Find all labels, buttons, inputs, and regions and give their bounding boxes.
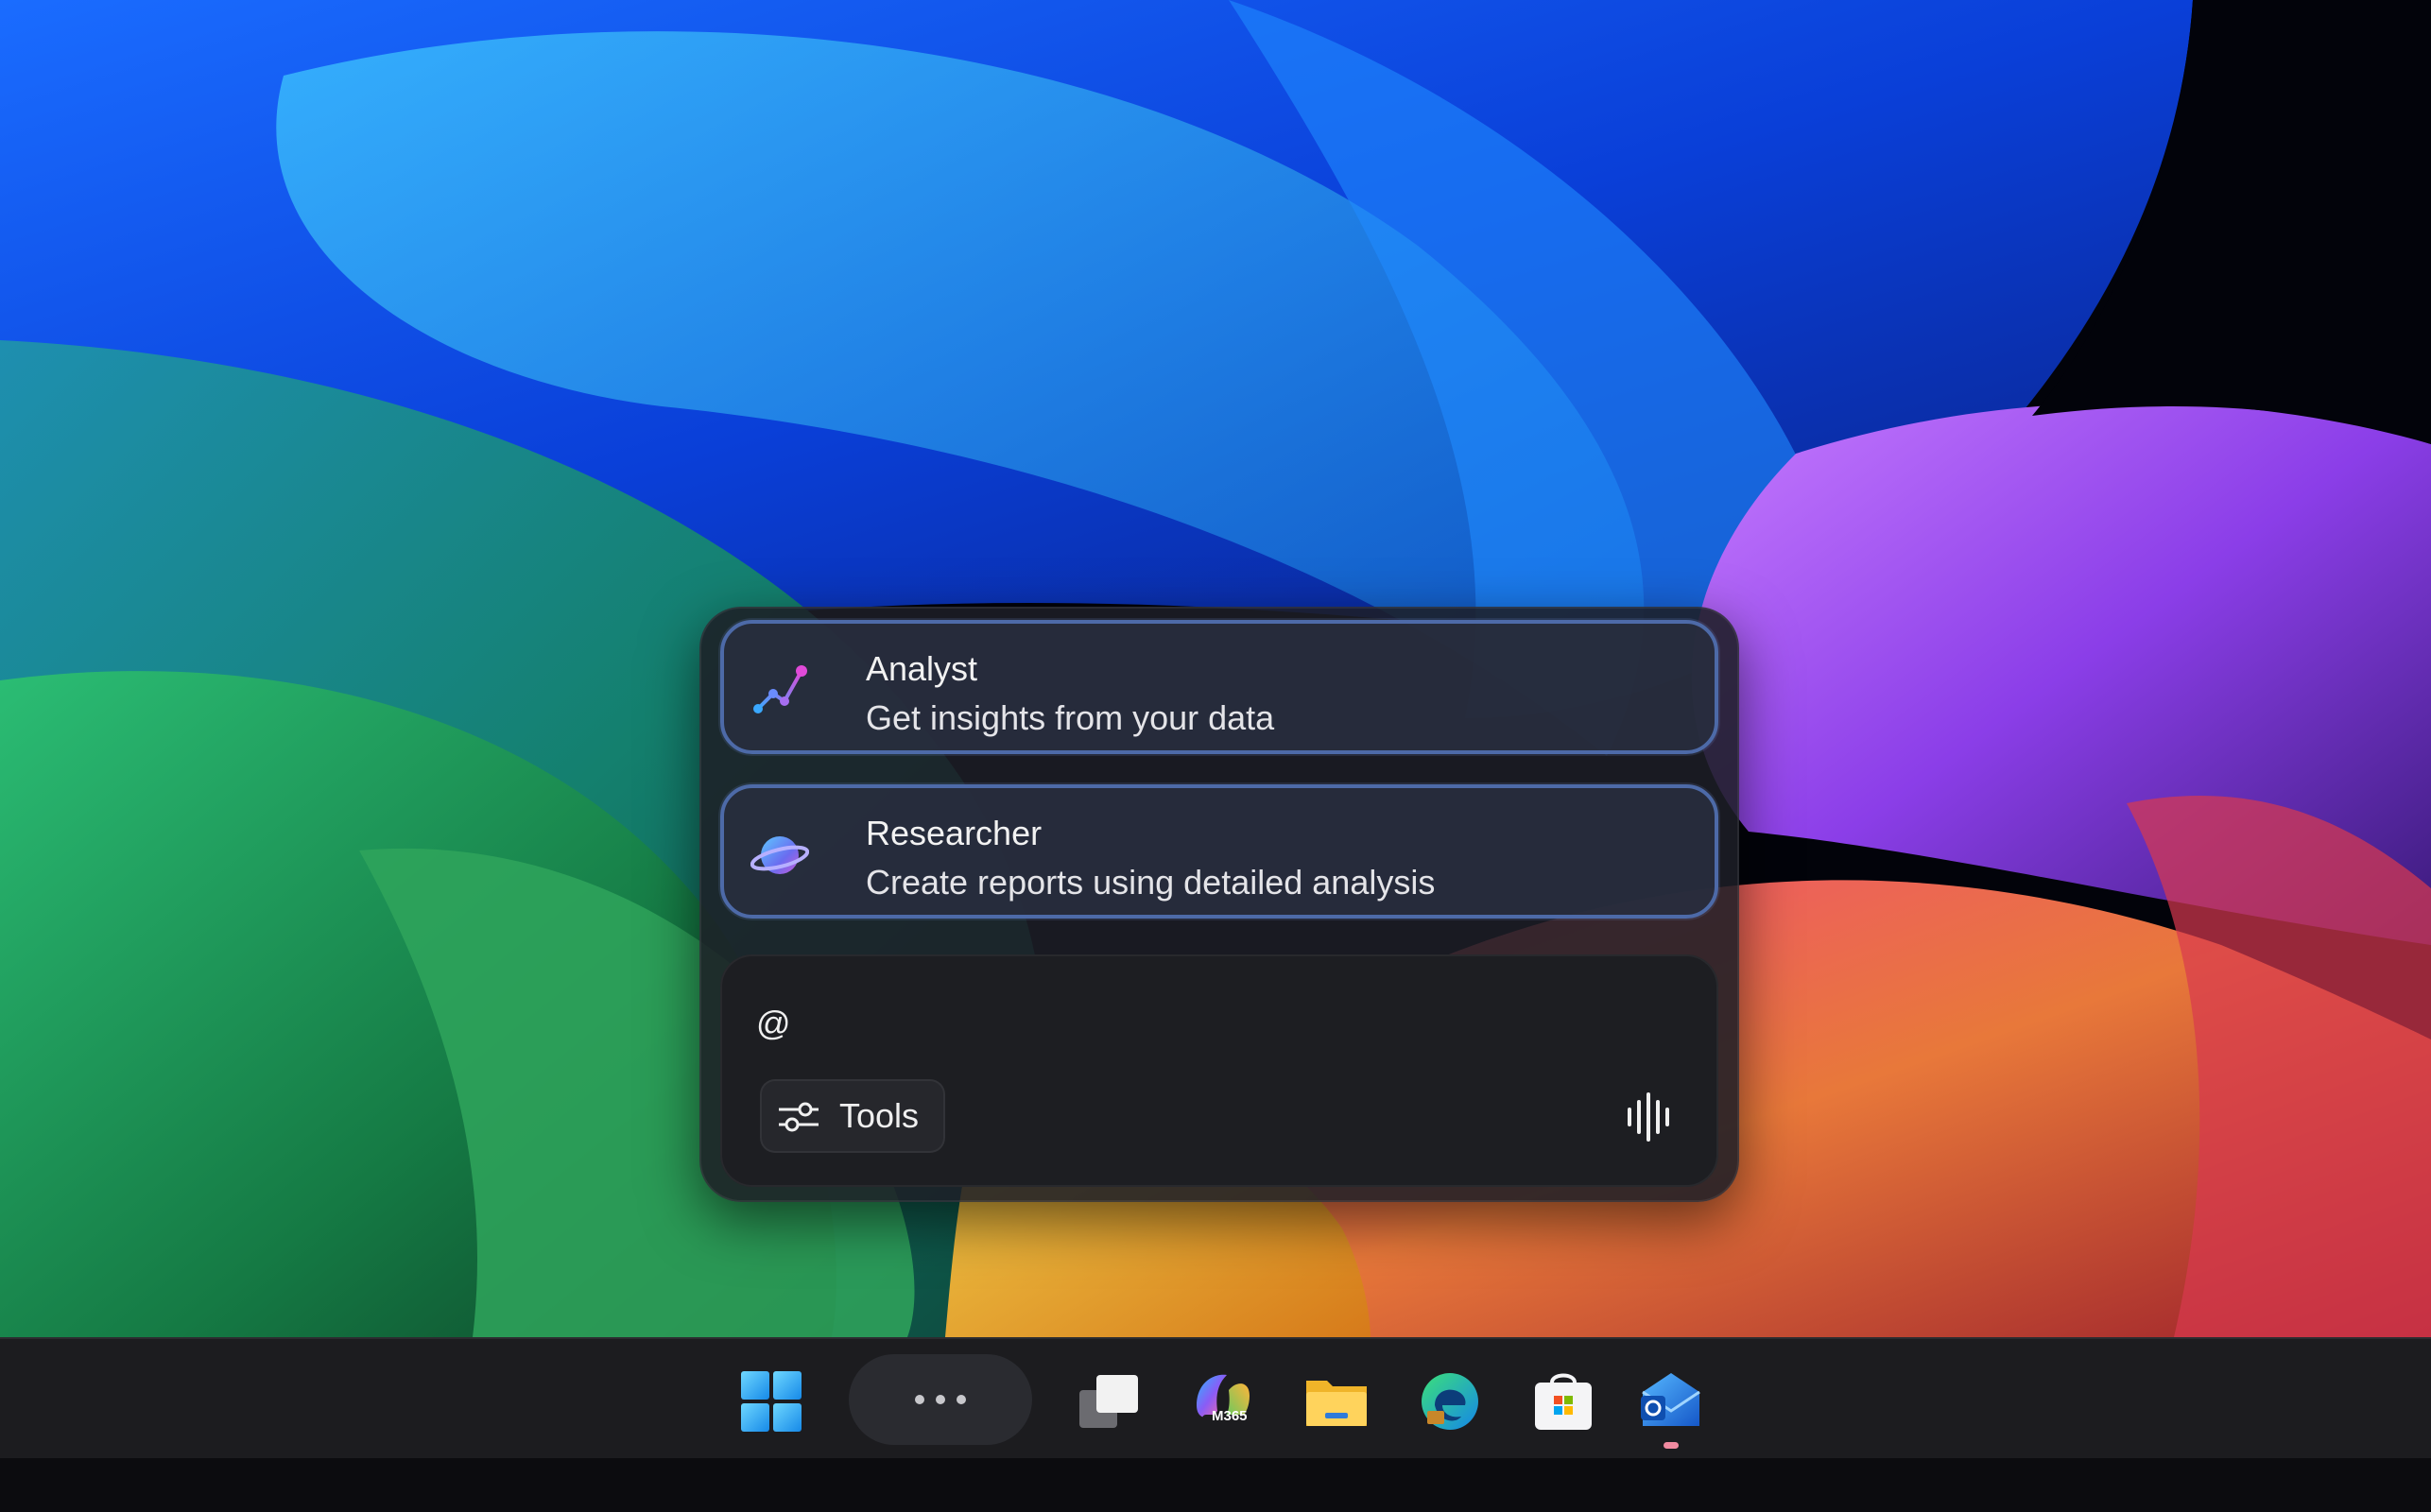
screen-bottom-bezel bbox=[0, 1458, 2431, 1512]
agent-description: Create reports using detailed analysis bbox=[866, 863, 1436, 902]
sliders-icon bbox=[779, 1102, 819, 1132]
edge-icon[interactable] bbox=[1416, 1367, 1484, 1435]
more-dots-icon[interactable] bbox=[849, 1354, 1032, 1445]
store-icon[interactable] bbox=[1529, 1367, 1597, 1435]
researcher-planet-icon bbox=[750, 836, 809, 874]
outlook-icon[interactable] bbox=[1637, 1367, 1705, 1435]
folder-icon[interactable] bbox=[1302, 1367, 1371, 1435]
agent-title: Researcher bbox=[866, 814, 1043, 852]
prompt-input[interactable] bbox=[754, 994, 1609, 1053]
task-view-icon[interactable] bbox=[1076, 1367, 1144, 1435]
agent-option-analyst[interactable]: Analyst Get insights from your data bbox=[720, 620, 1718, 754]
tools-label: Tools bbox=[839, 1096, 920, 1135]
m365-copilot-icon[interactable] bbox=[1189, 1367, 1257, 1435]
prompt-composer: Tools bbox=[720, 954, 1718, 1187]
analyst-chart-icon bbox=[753, 665, 807, 713]
tools-button[interactable]: Tools bbox=[760, 1079, 945, 1153]
agent-title: Analyst bbox=[866, 649, 978, 688]
voice-waveform-icon[interactable] bbox=[1620, 1089, 1677, 1145]
m365-badge: M365 bbox=[1212, 1408, 1248, 1424]
desktop: Analyst Get insights from your data Rese… bbox=[0, 0, 2431, 1512]
taskbar: M365 bbox=[0, 1337, 2431, 1460]
running-indicator bbox=[1664, 1442, 1679, 1449]
agent-description: Get insights from your data bbox=[866, 698, 1275, 737]
windows-logo-icon[interactable] bbox=[737, 1367, 805, 1435]
copilot-agent-popup: Analyst Get insights from your data Rese… bbox=[699, 607, 1739, 1202]
agent-option-researcher[interactable]: Researcher Create reports using detailed… bbox=[720, 784, 1718, 919]
